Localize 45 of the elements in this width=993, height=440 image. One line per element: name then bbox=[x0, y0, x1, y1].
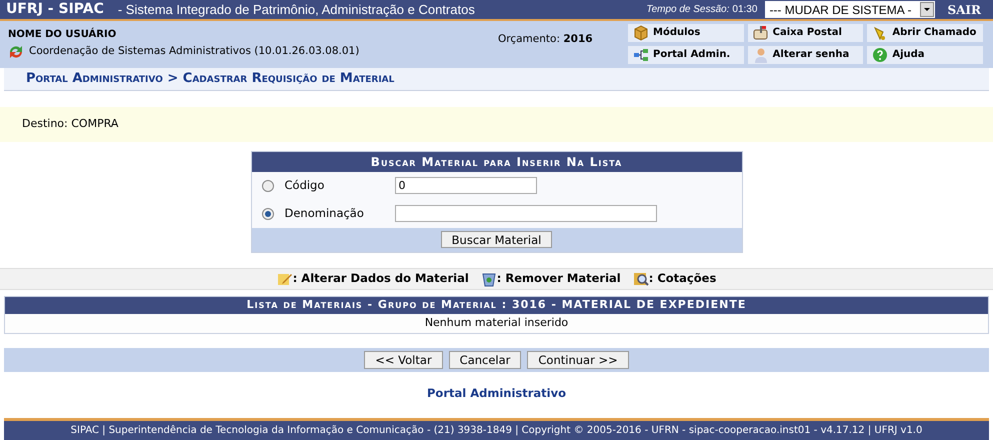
budget-label: Orçamento: bbox=[498, 32, 560, 45]
input-field[interactable]: 0 bbox=[394, 177, 536, 194]
form-title: Buscar Material para Inserir Na Lista bbox=[370, 154, 622, 171]
footer-text: SIPAC | Superintendência de Tecnologia da Informação e Comunicação - (21) 3938-1849 | Copyright © 2005-2016 - UFRN - sipac-cooperacao.inst01 - v4.17.12 | UFRJ v1.0 bbox=[70, 424, 922, 438]
unit-name: Coordenação de Sistemas Administrativos (10.01.26.03.08.01) bbox=[29, 44, 360, 60]
search-button[interactable]: Buscar Material bbox=[440, 231, 552, 248]
magnifier-icon bbox=[632, 271, 649, 288]
action-button[interactable]: Cancelar bbox=[448, 351, 522, 370]
action-button[interactable]: << Voltar bbox=[364, 351, 443, 370]
shortcut-link[interactable]: Abrir Chamado bbox=[867, 24, 983, 42]
shortcut-link[interactable]: Portal Admin. bbox=[628, 46, 744, 64]
legend-label: : Alterar Dados do Material bbox=[292, 270, 469, 288]
legend-label: : Cotações bbox=[648, 270, 716, 288]
budget-year: 2016 bbox=[563, 32, 593, 45]
box-icon bbox=[633, 24, 649, 41]
option-label: Código bbox=[284, 177, 326, 194]
action-button[interactable]: Continuar >> bbox=[527, 351, 629, 370]
refresh-icon bbox=[8, 44, 24, 60]
option-label: Denominação bbox=[284, 205, 365, 222]
breadcrumb: Portal Administrativo > Cadastrar Requisição de Material bbox=[26, 70, 394, 88]
mailbox-icon bbox=[752, 24, 769, 41]
app-subtitle: - Sistema Integrado de Patrimônio, Administração e Contratos bbox=[116, 0, 475, 19]
input-field[interactable] bbox=[394, 205, 656, 222]
trash-icon bbox=[480, 271, 497, 288]
portal-link[interactable]: Portal Administrativo bbox=[427, 385, 566, 403]
legend-label: : Remover Material bbox=[496, 270, 621, 288]
shortcut-link[interactable]: Caixa Postal bbox=[748, 24, 864, 42]
person-icon bbox=[752, 46, 769, 63]
help-icon bbox=[872, 46, 888, 63]
radio-button[interactable] bbox=[262, 208, 274, 220]
pencil-note-icon bbox=[276, 271, 293, 288]
shortcut-link[interactable]: Ajuda bbox=[867, 46, 983, 64]
shortcut-link[interactable]: Módulos bbox=[628, 24, 744, 42]
session-label: Tempo de Sessão: bbox=[646, 3, 730, 17]
network-icon bbox=[633, 46, 649, 63]
empty-message: Nenhum material inserido bbox=[424, 315, 568, 332]
app-title: UFRJ - SIPAC bbox=[5, 0, 104, 19]
destination-text: Destino: COMPRA bbox=[22, 116, 118, 132]
session-time: 01:30 bbox=[731, 3, 758, 17]
user-name: NOME DO USUÁRIO bbox=[8, 26, 118, 42]
shortcut-link[interactable]: Alterar senha bbox=[748, 46, 864, 64]
list-title: Lista de Materiais - Grupo de Material : 3016 - MATERIAL DE EXPEDIENTE bbox=[246, 297, 746, 314]
system-select[interactable]: --- MUDAR DE SISTEMA - bbox=[765, 1, 936, 18]
radio-button[interactable] bbox=[262, 180, 274, 192]
logout-link[interactable]: SAIR bbox=[935, 0, 993, 18]
